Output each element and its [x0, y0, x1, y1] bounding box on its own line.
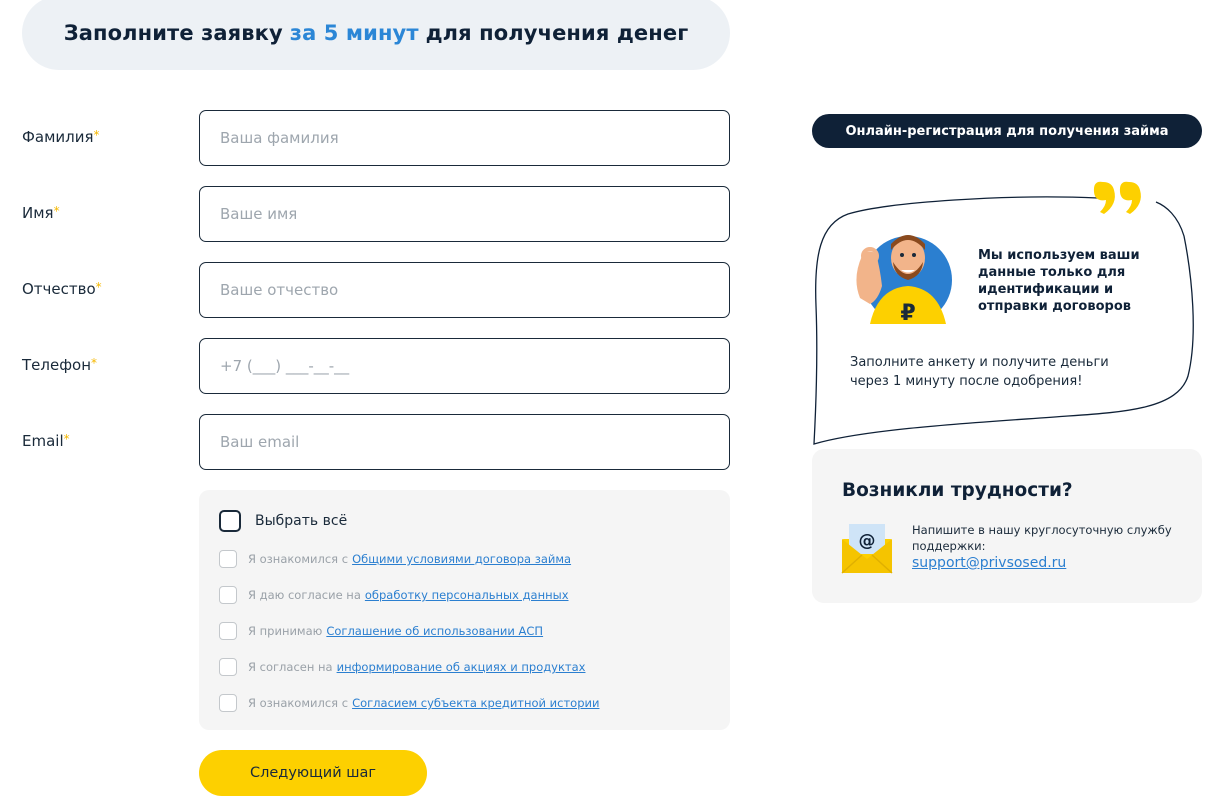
- consent-text: Я принимаю: [248, 624, 323, 638]
- bubble-text: Заполните анкету и получите деньги через…: [850, 355, 1109, 389]
- required-mark: *: [93, 128, 100, 142]
- field-label: Email*: [22, 432, 70, 450]
- field-label: Отчество*: [22, 280, 102, 298]
- consent-checkbox[interactable]: [219, 694, 237, 712]
- svg-text:₽: ₽: [900, 301, 915, 326]
- title-part-1: Заполните заявку: [63, 21, 283, 45]
- field-row-patronymic: Отчество*: [22, 262, 732, 318]
- consent-checkbox[interactable]: [219, 658, 237, 676]
- consent-item: Я согласен на информирование об акциях и …: [219, 658, 585, 676]
- title-accent: за 5 минут: [289, 21, 419, 45]
- required-mark: *: [53, 204, 60, 218]
- mail-icon: @: [841, 524, 893, 574]
- page-title: Заполните заявку за 5 минут для получени…: [22, 0, 730, 70]
- help-text: Напишите в нашу круглосуточную службу по…: [912, 523, 1172, 553]
- required-mark: *: [91, 356, 98, 370]
- consent-link[interactable]: Согласием субъекта кредитной истории: [352, 696, 599, 710]
- name-input[interactable]: [199, 186, 730, 242]
- consent-link[interactable]: обработку персональных данных: [365, 588, 569, 602]
- consent-item: Я принимаю Соглашение об использовании АС…: [219, 622, 543, 640]
- consent-checkbox[interactable]: [219, 550, 237, 568]
- help-title: Возникли трудности?: [842, 480, 1073, 501]
- patronymic-input[interactable]: [199, 262, 730, 318]
- field-row-phone: Телефон*: [22, 338, 732, 394]
- quote-icon: [1093, 181, 1141, 214]
- consent-item: Я ознакомился с Общими условиями договора…: [219, 550, 571, 568]
- registration-badge: Онлайн-регистрация для получения займа: [812, 114, 1202, 148]
- phone-input[interactable]: [199, 338, 730, 394]
- consent-link[interactable]: Общими условиями договора займа: [352, 552, 571, 566]
- consent-item: Я ознакомился с Согласием субъекта кредит…: [219, 694, 599, 712]
- support-mascot-icon: ₽: [856, 235, 952, 326]
- support-email-link[interactable]: support@privsosed.ru: [912, 555, 1066, 571]
- consent-text: Я ознакомился с: [248, 552, 349, 566]
- title-part-2: для получения денег: [425, 21, 689, 45]
- field-row-email: Email*: [22, 414, 732, 470]
- svg-text:@: @: [859, 531, 876, 551]
- next-step-button[interactable]: Следующий шаг: [199, 750, 427, 796]
- consent-checkbox[interactable]: [219, 586, 237, 604]
- consent-checkbox[interactable]: [219, 622, 237, 640]
- field-label: Телефон*: [22, 356, 98, 374]
- bubble-heading: Мы используем ваши данные только для иде…: [978, 248, 1140, 314]
- consent-link[interactable]: информирование об акциях и продуктах: [337, 660, 586, 674]
- required-mark: *: [95, 280, 102, 294]
- consent-item: Я даю согласие на обработку персональных …: [219, 586, 569, 604]
- field-label: Имя*: [22, 204, 60, 222]
- field-label: Фамилия*: [22, 128, 100, 146]
- consent-text: Я ознакомился с: [248, 696, 349, 710]
- select-all-row[interactable]: Выбрать всё: [219, 510, 347, 532]
- select-all-checkbox[interactable]: [219, 510, 241, 532]
- select-all-label: Выбрать всё: [255, 513, 348, 529]
- consent-link[interactable]: Соглашение об использовании АСП: [326, 624, 543, 638]
- surname-input[interactable]: [199, 110, 730, 166]
- help-card: Возникли трудности? @ Напишите в нашу кр…: [812, 449, 1202, 603]
- email-input[interactable]: [199, 414, 730, 470]
- consent-text: Я даю согласие на: [248, 588, 361, 602]
- field-row-surname: Фамилия*: [22, 110, 732, 166]
- required-mark: *: [63, 432, 70, 446]
- consent-panel: Выбрать всё Я ознакомился с Общими услови…: [199, 490, 730, 730]
- consent-text: Я согласен на: [248, 660, 333, 674]
- field-row-name: Имя*: [22, 186, 732, 242]
